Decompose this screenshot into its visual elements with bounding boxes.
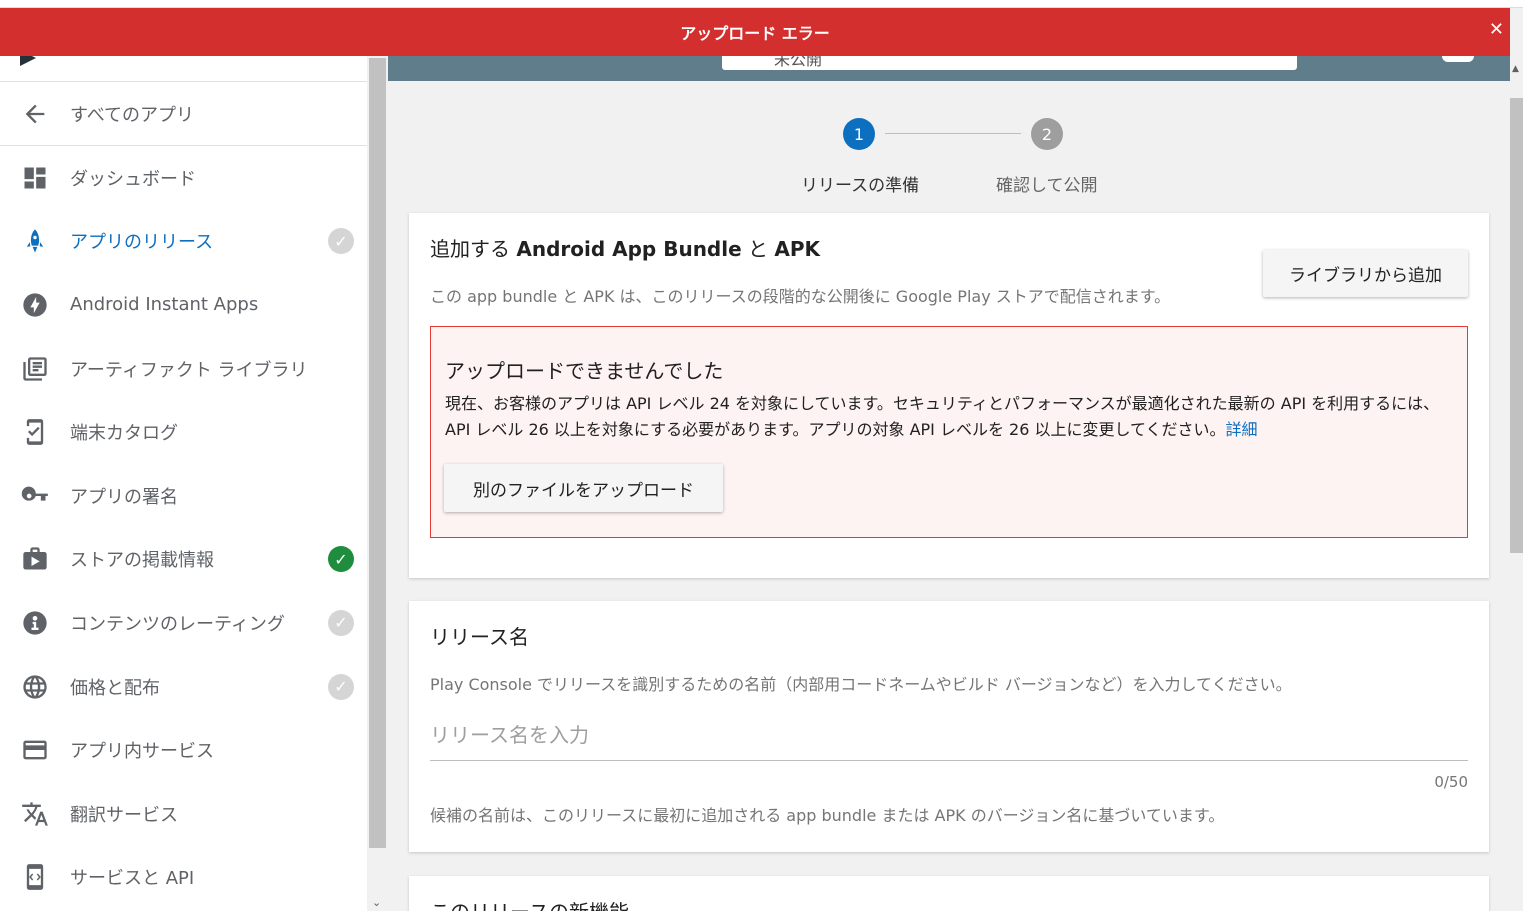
error-message-text: 現在、お客様のアプリは API レベル 24 を対象にしています。セキュリティと… [445, 394, 1440, 439]
check-icon: ✓ [328, 609, 354, 636]
sidebar-header [0, 56, 367, 82]
rocket-icon [0, 227, 70, 255]
sidebar-item-pricing-distribution[interactable]: 価格と配布 ✓ [0, 655, 367, 719]
bolt-icon [0, 291, 70, 319]
sidebar-item-label: アーティファクト ライブラリ [70, 359, 308, 381]
main-content: 1 2 リリースの準備 確認して公開 追加する Android App Bund… [388, 81, 1510, 911]
store-icon [0, 545, 70, 573]
arrow-back-icon [0, 100, 70, 128]
bundles-card-title: 追加する Android App Bundle と APK [430, 233, 820, 262]
sidebar-item-device-catalog[interactable]: 端末カタログ [0, 400, 367, 464]
sidebar-item-services-api[interactable]: サービスと API [0, 846, 367, 910]
sidebar-item-app-signing[interactable]: アプリの署名 [0, 464, 367, 528]
sidebar-item-in-app-products[interactable]: アプリ内サービス [0, 718, 367, 782]
release-stepper: 1 2 リリースの準備 確認して公開 [388, 81, 1510, 211]
sidebar-item-content-rating[interactable]: コンテンツのレーティング ✓ [0, 591, 367, 655]
sidebar-item-label: アプリ内サービス [70, 741, 214, 763]
scroll-up-arrow-icon[interactable]: ▲ [1512, 64, 1519, 74]
sidebar-item-store-listing[interactable]: ストアの掲載情報 ✓ [0, 528, 367, 592]
sidebar: すべてのアプリ ダッシュボード アプリのリリース ✓ Android Insta… [0, 56, 367, 911]
sidebar-item-app-releases[interactable]: アプリのリリース ✓ [0, 210, 367, 274]
step-1-label: リリースの準備 [801, 176, 920, 196]
release-name-input[interactable] [430, 711, 1468, 759]
sidebar-item-label: コンテンツのレーティング [70, 613, 285, 635]
page-scrollbar-thumb[interactable] [1510, 98, 1523, 553]
sidebar-scrollbar-thumb[interactable] [369, 58, 386, 848]
title-prefix: 追加する [430, 237, 517, 261]
globe-icon [0, 673, 70, 701]
bundles-card: 追加する Android App Bundle と APK この app bun… [409, 213, 1489, 578]
release-name-card: リリース名 Play Console でリリースを識別するための名前（内部用コー… [409, 601, 1489, 852]
learn-more-link[interactable]: 詳細 [1226, 420, 1258, 439]
app-header-bar: 未公開 [388, 56, 1510, 81]
content-rating-icon [0, 609, 70, 637]
page-scrollbar[interactable]: ▲ [1510, 56, 1523, 911]
add-from-library-button[interactable]: ライブラリから追加 [1263, 250, 1468, 297]
upload-error-banner: アップロード エラー ✕ [0, 8, 1510, 56]
whats-new-card: このリリースの新機能 [409, 876, 1489, 911]
sidebar-item-label: 翻訳サービス [70, 804, 178, 826]
translate-icon [0, 800, 70, 828]
sidebar-item-label: Android Instant Apps [70, 294, 259, 316]
close-icon[interactable]: ✕ [1489, 19, 1504, 40]
app-root: アップロード エラー ✕ すべてのアプリ ダッシュボード アプリのリリース ✓ [0, 0, 1523, 911]
release-status-text: 未公開 [774, 56, 823, 69]
library-icon [0, 355, 70, 383]
release-name-hint: 候補の名前は、このリリースに最初に追加される app bundle または AP… [430, 806, 1225, 825]
step-connector [885, 133, 1021, 134]
avatar[interactable] [1442, 56, 1474, 62]
browser-top-strip [0, 0, 1523, 8]
key-icon [0, 482, 70, 510]
sidebar-item-label: アプリの署名 [70, 486, 178, 508]
step-2-label: 確認して公開 [996, 176, 1098, 196]
release-name-field [430, 711, 1468, 761]
credit-card-icon [0, 736, 70, 764]
sidebar-item-label: サービスと API [70, 868, 195, 890]
sidebar-back-label: すべてのアプリ [70, 104, 195, 126]
sidebar-item-label: アプリのリリース [70, 232, 214, 254]
release-name-title: リリース名 [430, 625, 529, 649]
character-counter: 0/50 [1434, 773, 1468, 791]
play-logo-icon [20, 56, 36, 66]
sidebar-item-instant-apps[interactable]: Android Instant Apps [0, 273, 367, 337]
device-catalog-icon [0, 418, 70, 446]
release-status-box: 未公開 [722, 56, 1297, 70]
title-mid: と [741, 237, 775, 261]
sidebar-item-label: 端末カタログ [70, 423, 178, 445]
whats-new-title: このリリースの新機能 [430, 896, 629, 911]
step-1-indicator: 1 [843, 118, 875, 150]
upload-error-message: 現在、お客様のアプリは API レベル 24 を対象にしています。セキュリティと… [445, 391, 1455, 443]
sidebar-item-artifact-library[interactable]: アーティファクト ライブラリ [0, 337, 367, 401]
api-icon [0, 863, 70, 891]
upload-another-file-button[interactable]: 別のファイルをアップロード [444, 464, 723, 512]
bundles-card-description: この app bundle と APK は、このリリースの段階的な公開後に Go… [430, 287, 1171, 306]
upload-error-title: アップロードできませんでした [445, 359, 724, 383]
upload-error-box: アップロードできませんでした 現在、お客様のアプリは API レベル 24 を対… [430, 326, 1468, 538]
scroll-down-arrow-icon[interactable]: ⌄ [372, 896, 381, 909]
sidebar-back-all-apps[interactable]: すべてのアプリ [0, 82, 367, 146]
error-banner-title: アップロード エラー [680, 24, 830, 43]
title-strong-apk: APK [774, 237, 821, 261]
check-icon: ✓ [328, 673, 354, 700]
sidebar-item-label: 価格と配布 [70, 677, 160, 699]
dashboard-icon [0, 164, 70, 192]
sidebar-scrollbar[interactable]: ⌄ [367, 56, 388, 911]
check-icon: ✓ [328, 546, 354, 573]
sidebar-item-dashboard[interactable]: ダッシュボード [0, 146, 367, 210]
release-name-description: Play Console でリリースを識別するための名前（内部用コードネームやビ… [430, 675, 1292, 694]
sidebar-item-label: ダッシュボード [70, 168, 196, 190]
step-2-indicator: 2 [1031, 118, 1063, 150]
title-strong-bundle: Android App Bundle [516, 237, 742, 261]
sidebar-item-translation[interactable]: 翻訳サービス [0, 782, 367, 846]
check-icon: ✓ [328, 228, 354, 255]
sidebar-item-label: ストアの掲載情報 [70, 550, 214, 572]
